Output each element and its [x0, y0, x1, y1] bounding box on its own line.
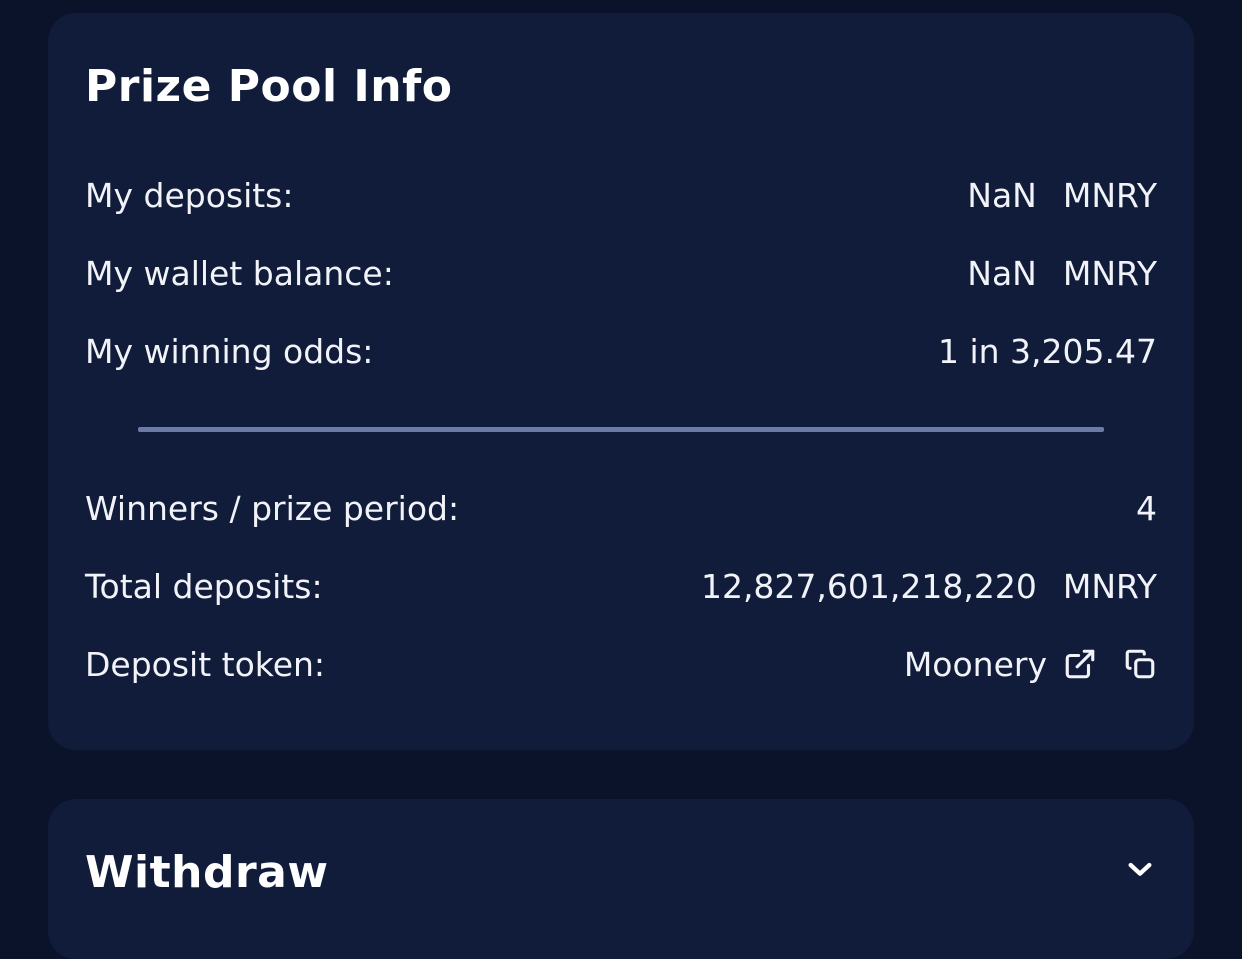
- winning-odds-value: 1 in 3,205.47: [937, 331, 1157, 371]
- deposit-token-value: Moonery: [904, 645, 1157, 684]
- my-deposits-unit: MNRY: [1062, 175, 1157, 215]
- my-deposits-row: My deposits: NaN MNRY: [85, 173, 1157, 217]
- withdraw-title: Withdraw: [85, 847, 329, 898]
- wallet-balance-unit: MNRY: [1062, 253, 1157, 293]
- prize-pool-info-card: Prize Pool Info My deposits: NaN MNRY My…: [48, 13, 1194, 750]
- total-deposits-row: Total deposits: 12,827,601,218,220 MNRY: [85, 564, 1157, 608]
- wallet-balance-value: NaN MNRY: [967, 254, 1157, 293]
- total-deposits-label: Total deposits:: [85, 566, 323, 606]
- deposit-token-label: Deposit token:: [85, 644, 326, 684]
- total-deposits-unit: MNRY: [1062, 566, 1157, 606]
- deposit-token-row: Deposit token: Moonery: [85, 642, 1157, 686]
- withdraw-card[interactable]: Withdraw: [48, 799, 1194, 959]
- winners-per-period-value: 4: [1136, 488, 1157, 528]
- winning-odds-label: My winning odds:: [85, 331, 374, 371]
- chevron-down-icon[interactable]: [1124, 853, 1156, 885]
- total-deposits-amount: 12,827,601,218,220: [700, 566, 1037, 606]
- section-divider: [138, 427, 1104, 432]
- copy-icon[interactable]: [1123, 647, 1157, 681]
- deposit-token-name: Moonery: [903, 644, 1047, 684]
- wallet-balance-label: My wallet balance:: [85, 253, 394, 293]
- prize-pool-title: Prize Pool Info: [85, 61, 453, 112]
- winners-per-period-label: Winners / prize period:: [85, 488, 460, 528]
- my-deposits-value: NaN MNRY: [967, 176, 1157, 215]
- wallet-balance-row: My wallet balance: NaN MNRY: [85, 251, 1157, 295]
- my-deposits-label: My deposits:: [85, 175, 294, 215]
- external-link-icon[interactable]: [1063, 647, 1097, 681]
- wallet-balance-amount: NaN: [967, 253, 1037, 293]
- total-deposits-value: 12,827,601,218,220 MNRY: [701, 567, 1157, 606]
- my-deposits-amount: NaN: [967, 175, 1037, 215]
- winning-odds-row: My winning odds: 1 in 3,205.47: [85, 329, 1157, 373]
- winners-per-period-row: Winners / prize period: 4: [85, 486, 1157, 530]
